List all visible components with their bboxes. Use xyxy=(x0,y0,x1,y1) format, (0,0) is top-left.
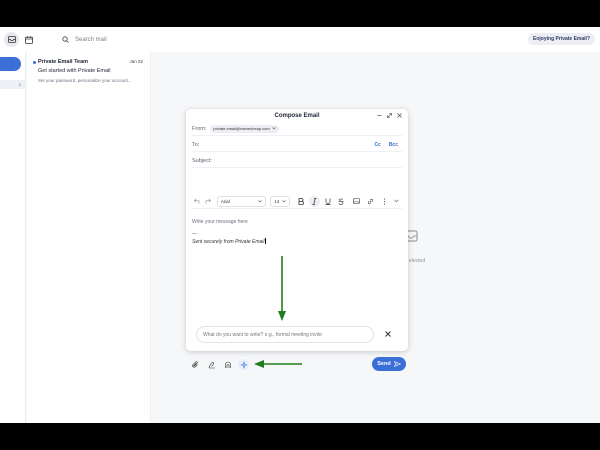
font-size-value: 14 xyxy=(274,198,280,204)
search-icon xyxy=(62,36,69,43)
sidebar: 1 xyxy=(0,52,26,423)
send-label: Send xyxy=(377,361,391,367)
cc-bcc-links: Cc Bcc xyxy=(374,142,398,148)
font-size-select[interactable]: 14 xyxy=(270,195,290,207)
empty-state-text: elected xyxy=(409,258,426,264)
compose-window: Compose Email From: private.email@namech… xyxy=(186,109,408,351)
minimize-icon[interactable] xyxy=(376,112,382,119)
from-select[interactable]: private.email@namecheap.com xyxy=(210,124,279,133)
unread-dot-icon xyxy=(33,61,36,64)
subject-row[interactable]: Subject: xyxy=(192,154,402,168)
list-item[interactable]: Private Email Team Jan 02 Get started wi… xyxy=(27,58,151,90)
promo-button[interactable]: Enjoying Private Email? xyxy=(528,33,595,45)
chevron-down-icon xyxy=(271,127,276,130)
bcc-button[interactable]: Bcc xyxy=(389,142,398,148)
strikethrough-icon[interactable] xyxy=(336,196,346,207)
more-options-icon[interactable] xyxy=(379,196,389,207)
ai-sparkle-icon[interactable] xyxy=(238,359,249,370)
ai-prompt-input[interactable]: What do you want to write? e.g., formal … xyxy=(196,326,374,343)
from-label: From: xyxy=(192,125,207,132)
mail-snippet: Set your password, personalize your acco… xyxy=(38,78,132,83)
top-bar: Search mail Enjoying Private Email? xyxy=(0,27,600,52)
ai-write-panel: What do you want to write? e.g., formal … xyxy=(192,322,402,348)
mail-list: Private Email Team Jan 02 Get started wi… xyxy=(27,52,151,423)
calendar-icon[interactable] xyxy=(21,32,36,47)
bold-icon[interactable] xyxy=(296,196,306,207)
chevron-down-icon xyxy=(258,199,263,202)
template-icon[interactable] xyxy=(222,359,233,370)
sidebar-item-inbox[interactable]: 1 xyxy=(0,80,26,89)
send-icon xyxy=(393,361,401,367)
compose-footer-tools xyxy=(190,359,249,370)
ai-prompt-placeholder: What do you want to write? e.g., formal … xyxy=(203,331,322,338)
to-row[interactable]: To: Cc Bcc xyxy=(192,138,402,152)
search-bar[interactable]: Search mail xyxy=(62,33,107,46)
search-input[interactable]: Search mail xyxy=(75,37,107,43)
message-body-placeholder[interactable]: Write your message here xyxy=(192,219,248,225)
from-value: private.email@namecheap.com xyxy=(213,126,270,131)
subject-label: Subject: xyxy=(192,157,212,164)
new-message-button[interactable] xyxy=(0,57,21,71)
to-label: To: xyxy=(192,141,200,148)
mail-sender: Private Email Team xyxy=(38,59,89,65)
underline-icon[interactable] xyxy=(323,196,333,207)
cc-button[interactable]: Cc xyxy=(374,142,380,148)
font-family-select[interactable]: Arial xyxy=(216,195,267,207)
from-row: From: private.email@namecheap.com xyxy=(192,122,402,136)
signature-text[interactable]: Sent securely from Private Email xyxy=(192,238,266,245)
format-toolbar: Arial 14 xyxy=(192,194,402,209)
send-button[interactable]: Send xyxy=(372,357,406,371)
chevron-down-icon xyxy=(282,199,286,202)
mail-date: Jan 02 xyxy=(129,59,143,64)
window-controls xyxy=(376,112,402,119)
font-family-value: Arial xyxy=(220,198,230,204)
chevron-down-icon[interactable] xyxy=(392,196,402,207)
signature-line: Sent securely from Private Email xyxy=(192,239,265,245)
inbox-count-badge: 1 xyxy=(18,82,21,87)
close-icon[interactable] xyxy=(384,330,392,338)
italic-icon[interactable] xyxy=(309,195,320,207)
mail-app-icon[interactable] xyxy=(4,32,19,47)
undo-icon[interactable] xyxy=(192,196,202,207)
redo-icon[interactable] xyxy=(202,196,212,207)
compose-title: Compose Email xyxy=(274,113,320,119)
close-icon[interactable] xyxy=(396,112,402,119)
mail-subject: Get started with Private Email xyxy=(38,68,111,74)
link-icon[interactable] xyxy=(365,196,375,207)
signature-icon[interactable] xyxy=(206,359,217,370)
expand-icon[interactable] xyxy=(386,112,392,119)
image-icon[interactable] xyxy=(351,196,361,207)
signature-separator: --- xyxy=(192,231,197,237)
text-caret xyxy=(264,238,266,244)
paperclip-icon[interactable] xyxy=(190,359,201,370)
